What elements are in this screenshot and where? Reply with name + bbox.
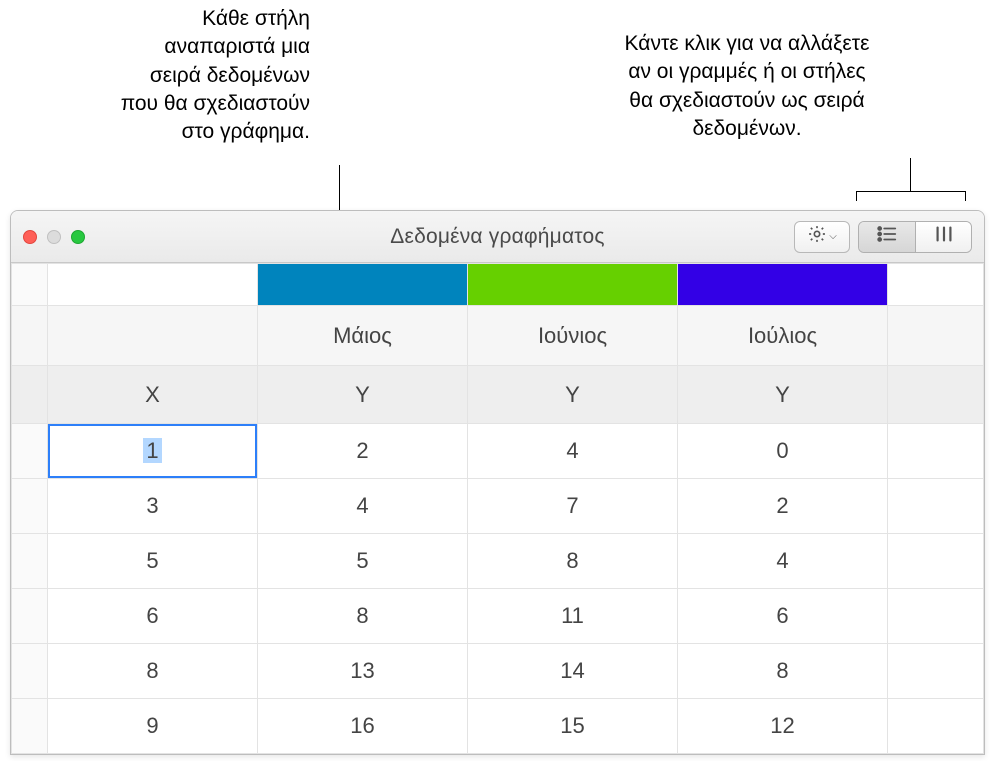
data-cell[interactable]: 8 bbox=[678, 644, 888, 699]
data-cell[interactable]: 3 bbox=[48, 479, 258, 534]
row-header bbox=[12, 479, 48, 534]
callout-row-col-toggle: Κάντε κλικ για να αλλάξετε αν οι γραμμές… bbox=[522, 30, 972, 143]
window-controls bbox=[23, 230, 85, 244]
data-cell[interactable]: 16 bbox=[258, 699, 468, 754]
data-cell[interactable]: 13 bbox=[258, 644, 468, 699]
data-cell[interactable]: 5 bbox=[48, 534, 258, 589]
data-cell[interactable]: 7 bbox=[468, 479, 678, 534]
data-grid: Μάιος Ιούνιος Ιούλιος X Y Y Y 1 2 4 0 bbox=[11, 263, 984, 754]
row-header bbox=[12, 424, 48, 479]
series-color-swatch[interactable] bbox=[678, 264, 888, 306]
rows-icon bbox=[876, 225, 898, 248]
gear-icon bbox=[807, 224, 827, 249]
plot-rows-button[interactable] bbox=[859, 222, 915, 252]
row-header bbox=[12, 306, 48, 366]
chart-data-window: Δεδομένα γραφήματος ⌵ bbox=[10, 210, 985, 755]
empty-cell bbox=[888, 264, 984, 306]
titlebar: Δεδομένα γραφήματος ⌵ bbox=[11, 211, 984, 263]
row-header bbox=[12, 366, 48, 424]
data-cell[interactable]: 8 bbox=[48, 644, 258, 699]
axis-label-cell[interactable]: X bbox=[48, 366, 258, 424]
data-cell[interactable]: 8 bbox=[468, 534, 678, 589]
axis-label-cell[interactable]: Y bbox=[468, 366, 678, 424]
data-cell[interactable]: 9 bbox=[48, 699, 258, 754]
data-cell[interactable]: 4 bbox=[678, 534, 888, 589]
leader-line bbox=[856, 191, 857, 201]
data-cell[interactable]: 6 bbox=[678, 589, 888, 644]
data-cell[interactable]: 5 bbox=[258, 534, 468, 589]
empty-cell bbox=[888, 589, 984, 644]
corner-cell bbox=[12, 264, 48, 306]
window-title: Δεδομένα γραφήματος bbox=[390, 225, 604, 249]
columns-icon bbox=[933, 225, 955, 248]
data-table: Μάιος Ιούνιος Ιούλιος X Y Y Y 1 2 4 0 bbox=[11, 263, 984, 754]
series-orientation-toggle bbox=[858, 221, 972, 253]
row-header bbox=[12, 589, 48, 644]
row-header bbox=[12, 644, 48, 699]
chevron-down-icon: ⌵ bbox=[829, 231, 837, 242]
series-color-swatch[interactable] bbox=[258, 264, 468, 306]
close-icon[interactable] bbox=[23, 230, 37, 244]
data-cell[interactable]: 8 bbox=[258, 589, 468, 644]
empty-cell bbox=[888, 424, 984, 479]
leader-line bbox=[910, 158, 911, 191]
corner-cell bbox=[48, 264, 258, 306]
empty-cell bbox=[888, 534, 984, 589]
data-cell[interactable]: 11 bbox=[468, 589, 678, 644]
data-cell[interactable]: 4 bbox=[258, 479, 468, 534]
series-color-swatch[interactable] bbox=[468, 264, 678, 306]
axis-label-cell[interactable]: Y bbox=[678, 366, 888, 424]
leader-line bbox=[965, 191, 966, 201]
empty-cell bbox=[888, 479, 984, 534]
data-cell[interactable]: 14 bbox=[468, 644, 678, 699]
data-cell[interactable]: 15 bbox=[468, 699, 678, 754]
plot-columns-button[interactable] bbox=[915, 222, 971, 252]
row-header bbox=[12, 534, 48, 589]
data-cell[interactable]: 2 bbox=[258, 424, 468, 479]
column-header[interactable]: Ιούλιος bbox=[678, 306, 888, 366]
row-header bbox=[12, 699, 48, 754]
empty-header[interactable] bbox=[48, 306, 258, 366]
column-header[interactable]: Μάιος bbox=[258, 306, 468, 366]
column-header[interactable]: Ιούνιος bbox=[468, 306, 678, 366]
empty-cell bbox=[888, 306, 984, 366]
axis-label-cell[interactable]: Y bbox=[258, 366, 468, 424]
callout-column-series: Κάθε στήλη αναπαριστά μια σειρά δεδομένω… bbox=[60, 5, 310, 147]
empty-cell bbox=[888, 644, 984, 699]
data-cell-selected[interactable]: 1 bbox=[48, 424, 258, 479]
data-cell[interactable]: 2 bbox=[678, 479, 888, 534]
empty-cell bbox=[888, 366, 984, 424]
data-cell[interactable]: 12 bbox=[678, 699, 888, 754]
empty-cell bbox=[888, 699, 984, 754]
zoom-icon[interactable] bbox=[71, 230, 85, 244]
minimize-icon bbox=[47, 230, 61, 244]
data-cell[interactable]: 0 bbox=[678, 424, 888, 479]
settings-button[interactable]: ⌵ bbox=[794, 221, 850, 253]
leader-line bbox=[856, 191, 966, 192]
data-cell[interactable]: 6 bbox=[48, 589, 258, 644]
data-cell[interactable]: 4 bbox=[468, 424, 678, 479]
